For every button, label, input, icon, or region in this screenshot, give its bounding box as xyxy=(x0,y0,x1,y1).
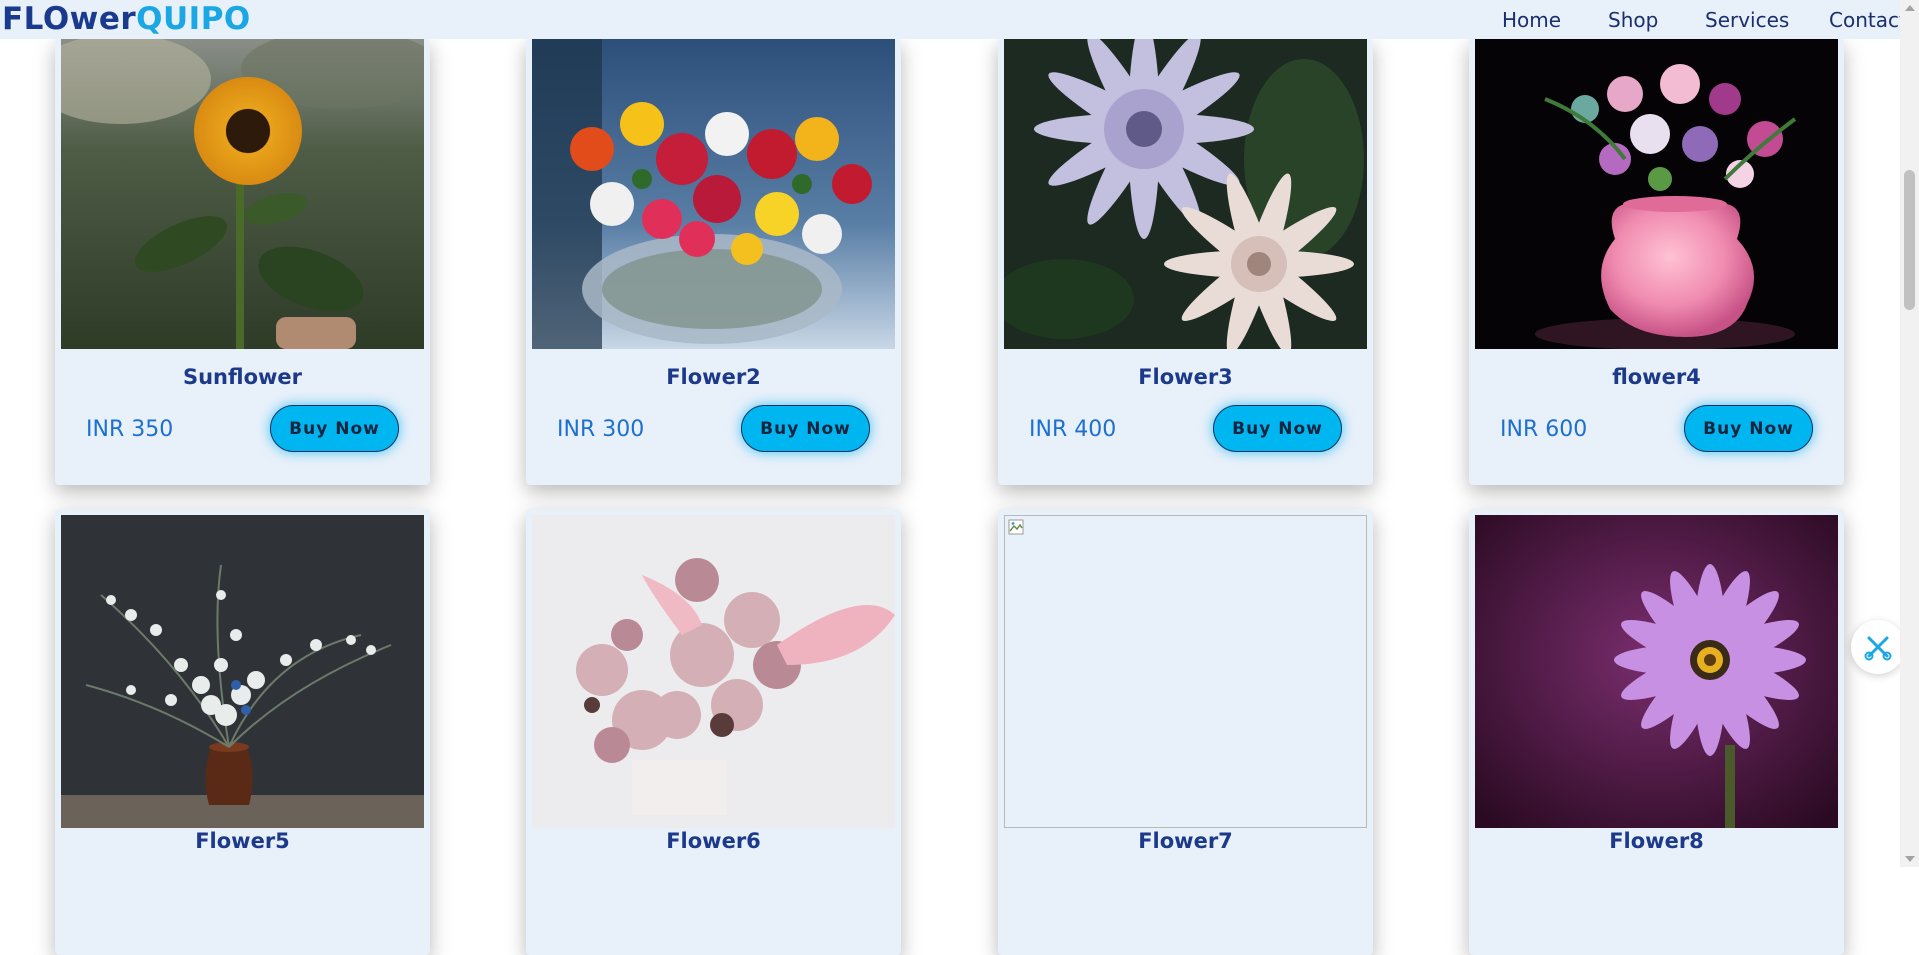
pink-vase-photo xyxy=(1475,39,1838,349)
product-image-flower4 xyxy=(1475,39,1838,349)
floating-widget-button[interactable] xyxy=(1851,620,1905,674)
scroll-down-arrow-icon[interactable] xyxy=(1905,856,1915,862)
pastel-arrangement-photo xyxy=(532,515,895,828)
product-name-flower8: Flower8 xyxy=(1609,829,1704,853)
product-image-flower7 xyxy=(1004,515,1367,828)
bouquet-bowl-photo xyxy=(532,39,895,349)
top-navbar: FLOwerQUIPO Home Shop Services Contact xyxy=(0,0,1919,39)
nav-contact-link[interactable]: Contact xyxy=(1829,8,1907,32)
product-card-flower5: Flower5 xyxy=(55,509,430,955)
product-card-sunflower: Sunflower INR 350 Buy Now xyxy=(55,39,430,485)
buy-now-button-flower2[interactable]: Buy Now xyxy=(741,405,870,452)
scroll-up-arrow-icon[interactable] xyxy=(1905,5,1915,11)
product-image-flower3 xyxy=(1004,39,1367,349)
product-card-flower3: Flower3 INR 400 Buy Now xyxy=(998,39,1373,485)
product-name-flower7: Flower7 xyxy=(1138,829,1233,853)
nav-home-link[interactable]: Home xyxy=(1502,8,1561,32)
product-card-flower8: Flower8 xyxy=(1469,509,1844,955)
buy-now-button-sunflower[interactable]: Buy Now xyxy=(270,405,399,452)
product-name-sunflower: Sunflower xyxy=(182,365,303,389)
product-image-flower2 xyxy=(532,39,895,349)
product-image-flower8 xyxy=(1475,515,1838,828)
product-image-flower5 xyxy=(61,515,424,828)
product-name-flower4: flower4 xyxy=(1612,365,1701,389)
product-price-sunflower: INR 350 xyxy=(86,417,174,442)
dahlia-photo xyxy=(1004,39,1367,349)
white-blossom-vase-photo xyxy=(61,515,424,828)
product-name-flower6: Flower6 xyxy=(666,829,761,853)
product-price-flower2: INR 300 xyxy=(557,417,645,442)
product-card-flower6: Flower6 xyxy=(526,509,901,955)
product-grid: Sunflower INR 350 Buy Now Flower2 INR 30… xyxy=(0,0,1900,955)
product-image-sunflower xyxy=(61,39,424,349)
product-name-flower2: Flower2 xyxy=(666,365,761,389)
product-card-flower2: Flower2 INR 300 Buy Now xyxy=(526,39,901,485)
buy-now-button-flower3[interactable]: Buy Now xyxy=(1213,405,1342,452)
product-name-flower5: Flower5 xyxy=(195,829,290,853)
product-image-flower6 xyxy=(532,515,895,828)
product-price-flower3: INR 400 xyxy=(1029,417,1117,442)
vertical-scrollbar[interactable] xyxy=(1900,0,1919,867)
product-name-flower3: Flower3 xyxy=(1138,365,1233,389)
broken-image-icon xyxy=(1008,519,1024,535)
nav-links: Home Shop Services Contact xyxy=(0,0,1919,39)
scroll-thumb[interactable] xyxy=(1904,170,1915,310)
buy-now-button-flower4[interactable]: Buy Now xyxy=(1684,405,1813,452)
nav-shop-link[interactable]: Shop xyxy=(1608,8,1658,32)
product-card-flower4: flower4 INR 600 Buy Now xyxy=(1469,39,1844,485)
sunflower-photo xyxy=(61,39,424,349)
product-price-flower4: INR 600 xyxy=(1500,417,1588,442)
product-card-flower7: Flower7 xyxy=(998,509,1373,955)
nav-services-link[interactable]: Services xyxy=(1705,8,1789,32)
scissors-icon xyxy=(1864,636,1892,661)
purple-daisy-photo xyxy=(1475,515,1838,828)
